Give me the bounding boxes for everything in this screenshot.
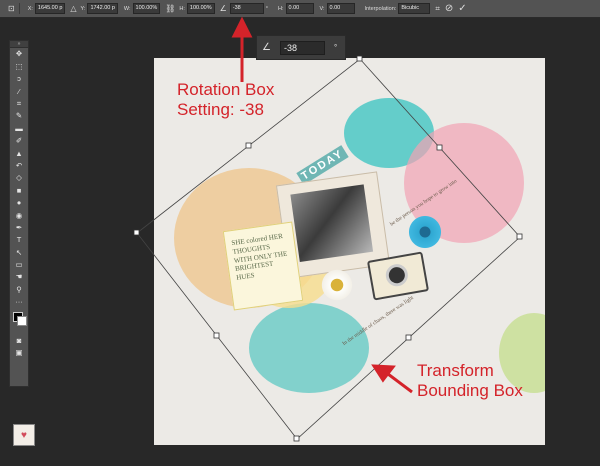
angle-icon: ∠: [219, 3, 227, 13]
w-label: W:: [123, 5, 131, 12]
eraser-icon[interactable]: ◇: [10, 172, 28, 184]
cancel-icon[interactable]: ⊘: [445, 3, 453, 13]
panel-grip[interactable]: »: [10, 41, 28, 48]
h-label: H:: [179, 5, 185, 12]
crop-icon[interactable]: ⌗: [10, 98, 28, 110]
handle-top-left: [133, 229, 140, 236]
daisy-flower: [320, 268, 354, 302]
quote-card: SHE colored HER THOUGHTS WITH ONLY THE B…: [222, 221, 304, 311]
height-field[interactable]: 100.00%: [186, 3, 215, 14]
healing-icon[interactable]: ▬: [10, 122, 28, 134]
zoom-icon[interactable]: ⚲: [10, 283, 28, 295]
brush-icon[interactable]: ✐: [10, 135, 28, 147]
rotation-box-annotation: Rotation Box Setting: -38: [177, 80, 274, 120]
reference-point-icon[interactable]: ⊡: [8, 4, 15, 13]
v-skew-field[interactable]: 0.00: [326, 3, 355, 14]
quick-mask-icon[interactable]: ◙: [10, 334, 28, 346]
portrait-photo: [290, 184, 374, 262]
degree-symbol: °: [334, 43, 338, 52]
marquee-icon[interactable]: ⬚: [10, 60, 28, 72]
magic-wand-icon[interactable]: ⁄: [10, 85, 28, 97]
warp-icon[interactable]: ⌗: [435, 4, 440, 13]
blue-flower: [405, 215, 445, 249]
rotation-arrow-head: [231, 16, 253, 38]
interpolation-label: Interpolation:: [364, 5, 397, 12]
transform-annotation-line1: Transform: [417, 361, 494, 380]
x-field[interactable]: 1645.00 p: [34, 3, 66, 14]
stamp-icon[interactable]: ▲: [10, 147, 28, 159]
color-swatches[interactable]: [10, 308, 28, 334]
document-thumbnail[interactable]: ♥: [13, 424, 35, 446]
h-skew-field[interactable]: 0.00: [285, 3, 314, 14]
camera-lens: [384, 262, 410, 288]
lasso-icon[interactable]: ↄ: [10, 73, 28, 85]
eyedropper-icon[interactable]: ✎: [10, 110, 28, 122]
triangle-icon[interactable]: △: [70, 4, 76, 13]
angle-field[interactable]: -38: [229, 3, 264, 14]
rotation-value-field[interactable]: -38: [280, 40, 325, 55]
path-select-icon[interactable]: ↖: [10, 246, 28, 258]
shape-icon[interactable]: ▭: [10, 259, 28, 271]
degree-mark: °: [265, 5, 268, 12]
gradient-icon[interactable]: ■: [10, 184, 28, 196]
h-skew-label: H:: [278, 5, 284, 12]
divider: [18, 3, 20, 14]
transform-box-annotation: Transform Bounding Box: [417, 361, 523, 401]
type-icon[interactable]: T: [10, 234, 28, 246]
more-icon[interactable]: ···: [10, 296, 28, 308]
pen-icon[interactable]: ✒: [10, 221, 28, 233]
blur-icon[interactable]: ●: [10, 197, 28, 209]
width-field[interactable]: 100.00%: [132, 3, 161, 14]
dodge-icon[interactable]: ◉: [10, 209, 28, 221]
hand-icon[interactable]: ☚: [10, 271, 28, 283]
background-color-swatch[interactable]: [17, 316, 27, 327]
options-bar: ⊡ X: 1645.00 p △ Y: 1742.00 p W: 100.00%…: [0, 0, 600, 18]
tools-panel: » ✥ ⬚ ↄ ⁄ ⌗ ✎ ▬ ✐ ▲ ↶ ◇ ■ ● ◉ ✒ T ↖ ▭ ☚ …: [9, 40, 29, 387]
move-icon[interactable]: ✥: [10, 48, 28, 60]
interpolation-select[interactable]: Bicubic: [398, 3, 431, 14]
rotation-annotation-line2: Setting: -38: [177, 100, 264, 119]
link-icon[interactable]: ⛓: [165, 4, 175, 13]
paint-splash-teal-2: [249, 303, 369, 393]
v-skew-label: V:: [319, 5, 325, 12]
rotation-annotation-line1: Rotation Box: [177, 80, 275, 99]
rotation-popup: ∠ -38 °: [256, 35, 346, 60]
screen-mode-icon[interactable]: ▣: [10, 347, 28, 359]
y-label: Y:: [80, 5, 86, 12]
x-label: X:: [27, 5, 33, 12]
history-brush-icon[interactable]: ↶: [10, 160, 28, 172]
y-field[interactable]: 1742.00 p: [87, 3, 118, 14]
angle-icon: ∠: [262, 42, 271, 53]
commit-check-icon[interactable]: ✓: [458, 3, 466, 13]
transform-annotation-line2: Bounding Box: [417, 381, 523, 400]
